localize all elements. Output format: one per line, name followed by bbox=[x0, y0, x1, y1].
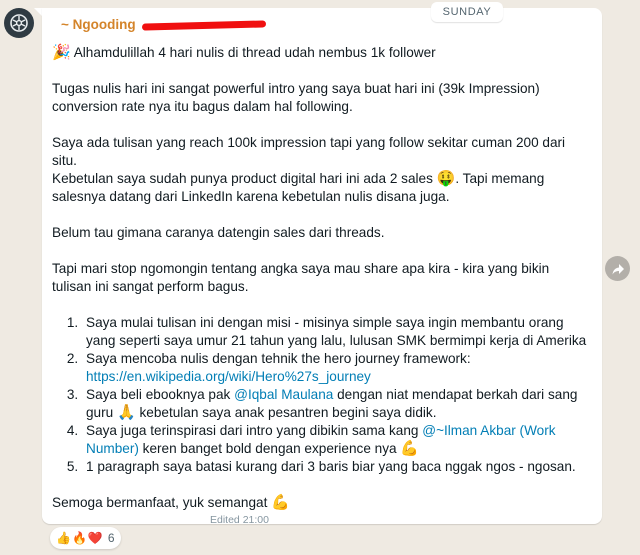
praying-hands-emoji: 🙏 bbox=[117, 404, 136, 421]
list-item: Saya beli ebooknya pak @Iqbal Maulana de… bbox=[82, 386, 592, 422]
date-chip: SUNDAY bbox=[431, 2, 503, 22]
group-avatar-icon[interactable] bbox=[4, 8, 34, 38]
message-body: 🎉 Alhamdulillah 4 hari nulis di thread u… bbox=[52, 44, 592, 530]
paragraph-3a-text: Saya ada tulisan yang reach 100k impress… bbox=[52, 135, 566, 168]
reactions-pill[interactable]: 👍 🔥 ❤️ 6 bbox=[50, 527, 121, 549]
message-bubble[interactable]: ~ Ngooding 🎉 Alhamdulillah 4 hari nulis … bbox=[42, 8, 602, 526]
list-item-2-text: Saya mencoba nulis dengan tehnik the her… bbox=[86, 351, 471, 366]
mention-iqbal-maulana[interactable]: @Iqbal Maulana bbox=[234, 387, 333, 402]
paragraph-5: Tapi mari stop ngomongin tentang angka s… bbox=[52, 261, 550, 294]
paragraph-3b-pre: Kebetulan saya sudah punya product digit… bbox=[52, 171, 433, 186]
list-item: Saya mulai tulisan ini dengan misi - mis… bbox=[82, 314, 592, 350]
heart-reaction: ❤️ bbox=[87, 531, 103, 545]
paragraph-2: Tugas nulis hari ini sangat powerful int… bbox=[52, 81, 540, 114]
closing-line: Semoga bermanfaat, yuk semangat 💪 bbox=[52, 494, 592, 512]
paragraph-1: 🎉 Alhamdulillah 4 hari nulis di thread u… bbox=[52, 44, 592, 62]
flexed-biceps-emoji: 💪 bbox=[400, 440, 420, 457]
hero-journey-link[interactable]: https://en.wikipedia.org/wiki/Hero%27s_j… bbox=[86, 369, 371, 384]
closing-text: Semoga bermanfaat, yuk semangat bbox=[52, 495, 268, 510]
fire-reaction: 🔥 bbox=[71, 531, 87, 545]
sender-header: ~ Ngooding bbox=[61, 17, 266, 32]
list-item: Saya juga terinspirasi dari intro yang d… bbox=[82, 422, 592, 458]
sender-name[interactable]: ~ Ngooding bbox=[61, 17, 136, 32]
reaction-count: 6 bbox=[107, 531, 115, 545]
flexed-biceps-emoji: 💪 bbox=[271, 494, 290, 511]
list-item-3-pre: Saya beli ebooknya pak bbox=[86, 387, 231, 402]
tips-list: Saya mulai tulisan ini dengan misi - mis… bbox=[52, 314, 592, 476]
forward-icon[interactable] bbox=[605, 256, 630, 281]
paragraph-4: Belum tau gimana caranya datengin sales … bbox=[52, 225, 385, 240]
list-item: 1 paragraph saya batasi kurang dari 3 ba… bbox=[82, 458, 592, 476]
thumbs-up-reaction: 👍 bbox=[56, 531, 71, 545]
paragraph-1-text: Alhamdulillah 4 hari nulis di thread uda… bbox=[73, 45, 436, 60]
list-item: Saya mencoba nulis dengan tehnik the her… bbox=[82, 350, 592, 386]
redaction-mark bbox=[141, 20, 266, 31]
list-item-4-post: keren banget bold dengan experience nya bbox=[142, 441, 397, 456]
edited-timestamp: Edited 21:00 bbox=[210, 514, 269, 526]
money-face-emoji: 🤑 bbox=[436, 170, 456, 187]
paragraph-3: Saya ada tulisan yang reach 100k impress… bbox=[52, 134, 592, 206]
list-item-4-pre: Saya juga terinspirasi dari intro yang d… bbox=[86, 423, 419, 438]
party-emoji: 🎉 bbox=[52, 44, 71, 61]
list-item-3-post: kebetulan saya anak pesantren begini say… bbox=[139, 405, 437, 420]
